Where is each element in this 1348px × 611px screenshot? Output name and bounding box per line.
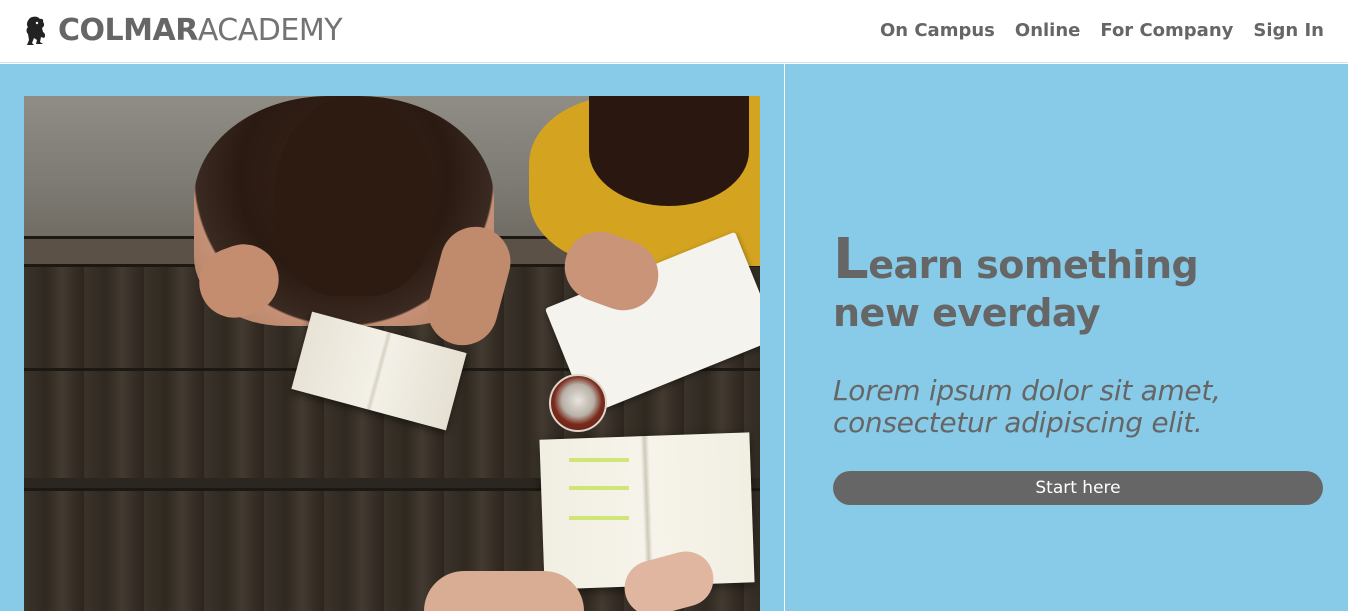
logo-text-light: ACADEMY (197, 13, 343, 48)
photo-highlight (569, 486, 629, 490)
hero-section: Learn something new everday Lorem ipsum d… (0, 64, 1348, 611)
nav-link-on-campus[interactable]: On Campus (880, 18, 995, 44)
logo-text-strong: COLMAR (58, 13, 198, 48)
start-here-button[interactable]: Start here (833, 471, 1323, 505)
main-nav: On Campus Online For Company Sign In (880, 18, 1324, 44)
nav-link-for-company[interactable]: For Company (1100, 18, 1233, 44)
lion-crest-icon (26, 16, 46, 45)
photo-highlight (569, 458, 629, 462)
photo-highlight (569, 516, 629, 520)
hero-title-line1: earn something (868, 243, 1199, 287)
hero-title-initial: L (833, 227, 869, 292)
nav-link-sign-in[interactable]: Sign In (1253, 18, 1324, 44)
photo-hand (424, 571, 584, 611)
nav-link-online[interactable]: Online (1015, 18, 1080, 44)
logo-wordmark: COLMARACADEMY (58, 13, 343, 48)
photo-drink-cup (549, 374, 607, 432)
hero-title: Learn something new everday (833, 232, 1253, 337)
logo-link[interactable]: COLMARACADEMY (24, 13, 343, 48)
hero-title-line2: new everday (833, 291, 1101, 335)
photo-student-left-hair (274, 96, 434, 296)
photo-student-right-hair (589, 96, 749, 206)
section-divider (784, 64, 785, 611)
hero-photo (24, 96, 760, 611)
hero-subtitle: Lorem ipsum dolor sit amet, consectetur … (833, 374, 1221, 439)
site-header: COLMARACADEMY On Campus Online For Compa… (0, 0, 1348, 63)
